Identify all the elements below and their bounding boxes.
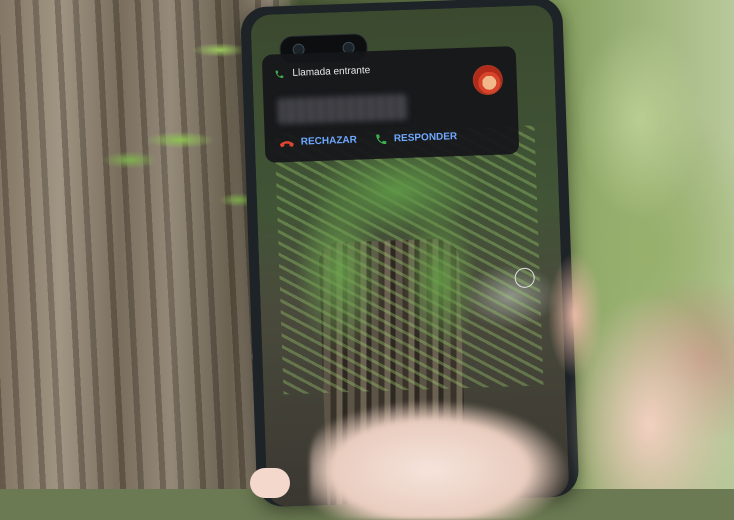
answer-button[interactable]: RESPONDER [375,130,458,146]
call-title: Llamada entrante [292,65,371,79]
camera-view-fern [274,125,544,395]
phone-hangup-icon [279,137,295,148]
reject-button[interactable]: RECHAZAR [279,134,358,150]
call-header: Llamada entrante [274,65,370,79]
reject-label: RECHAZAR [300,134,358,148]
phone-icon [274,69,284,79]
bottom-finger [250,468,290,498]
phone-answer-icon [375,133,388,146]
call-actions: RECHAZAR RESPONDER [279,128,509,149]
avatar [472,64,504,96]
answer-label: RESPONDER [393,131,458,145]
incoming-call-notification[interactable]: Llamada entrante RECHAZAR RESPONDER [261,46,520,163]
fingertips [310,400,580,520]
caller-name-blurred [277,93,409,125]
